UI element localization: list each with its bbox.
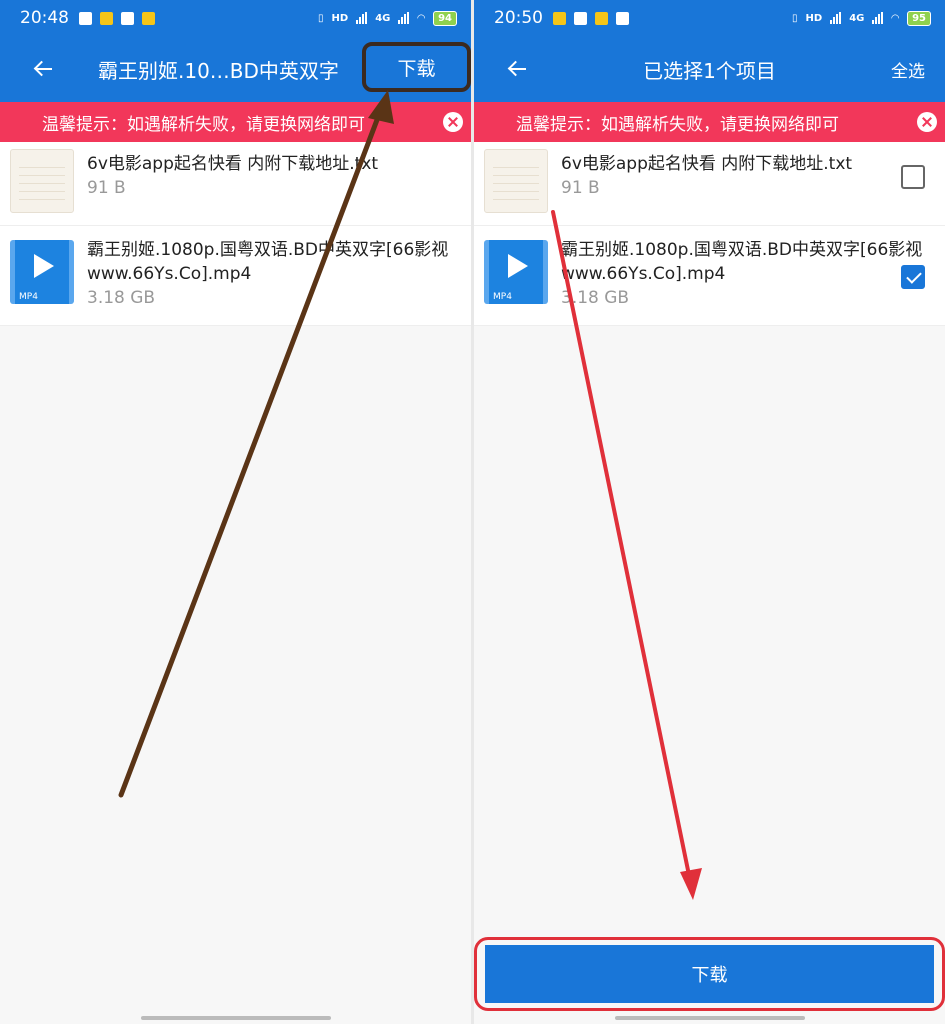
wifi-icon: ◠ <box>891 12 900 24</box>
file-type-badge: MP4 <box>19 292 38 302</box>
app-notification-icon <box>595 11 608 25</box>
file-size: 3.18 GB <box>561 288 630 308</box>
battery-icon: 94 <box>433 10 457 26</box>
video-file-icon: MP4 <box>484 240 548 304</box>
map-pin-icon <box>616 11 629 25</box>
download-highlight: 下载 <box>474 937 945 1011</box>
select-all-button[interactable]: 全选 <box>891 57 925 82</box>
tip-banner: 温馨提示：如遇解析失败，请更换网络即可 <box>0 102 471 142</box>
signal-icon <box>398 12 410 24</box>
status-icons: ▯ HD 4G ◠ 95 <box>792 10 931 26</box>
home-indicator <box>614 1016 805 1020</box>
toolbar: 霸王别姬.10…BD中英双字 下载 <box>0 36 471 102</box>
network-type-label: 4G <box>375 12 391 24</box>
signal-icon <box>830 12 842 24</box>
hd-icon: HD <box>331 12 349 24</box>
file-size: 91 B <box>87 178 126 198</box>
battery-icon: 95 <box>907 10 931 26</box>
toolbar: 已选择1个项目 全选 <box>474 36 945 102</box>
mail-icon <box>574 11 587 25</box>
close-icon[interactable] <box>917 112 937 132</box>
status-icons: ▯ HD 4G ◠ 94 <box>318 10 457 26</box>
text-file-icon <box>484 149 548 213</box>
download-button[interactable]: 下载 <box>485 945 934 1003</box>
file-size: 3.18 GB <box>87 288 156 308</box>
file-name: 6v电影app起名快看 内附下载地址.txt <box>87 154 379 174</box>
tip-banner: 温馨提示：如遇解析失败，请更换网络即可 <box>474 102 945 142</box>
status-bar: 20:48 ▯ HD 4G ◠ 94 <box>0 0 471 36</box>
wifi-icon: ◠ <box>417 12 426 24</box>
tip-text: 温馨提示：如遇解析失败，请更换网络即可 <box>42 114 365 135</box>
map-pin-icon <box>121 11 134 25</box>
file-checkbox[interactable] <box>901 165 925 189</box>
signal-icon <box>356 12 368 24</box>
file-size: 91 B <box>561 178 600 198</box>
file-row-txt[interactable]: 6v电影app起名快看 内附下载地址.txt 91 B <box>0 142 471 226</box>
home-indicator <box>140 1016 331 1020</box>
vibrate-icon: ▯ <box>792 12 798 24</box>
file-row-mp4[interactable]: MP4 霸王别姬.1080p.国粤双语.BD中英双字[66影视www.66Ys.… <box>474 226 945 326</box>
file-row-txt[interactable]: 6v电影app起名快看 内附下载地址.txt 91 B <box>474 142 945 226</box>
signal-icon <box>872 12 884 24</box>
file-name: 霸王别姬.1080p.国粤双语.BD中英双字[66影视www.66Ys.Co].… <box>87 240 449 284</box>
status-bar: 20:50 ▯ HD 4G ◠ 95 <box>474 0 945 36</box>
file-checkbox-checked[interactable] <box>901 265 925 289</box>
text-file-icon <box>10 149 74 213</box>
download-action-button[interactable]: 下载 <box>362 42 471 92</box>
file-name: 霸王别姬.1080p.国粤双语.BD中英双字[66影视www.66Ys.Co].… <box>561 240 923 284</box>
close-icon[interactable] <box>443 112 463 132</box>
file-row-mp4[interactable]: MP4 霸王别姬.1080p.国粤双语.BD中英双字[66影视www.66Ys.… <box>0 226 471 326</box>
file-name: 6v电影app起名快看 内附下载地址.txt <box>561 154 853 174</box>
page-title: 霸王别姬.10…BD中英双字 <box>98 58 339 83</box>
back-arrow-icon[interactable] <box>32 57 56 81</box>
vibrate-icon: ▯ <box>318 12 324 24</box>
file-type-badge: MP4 <box>493 292 512 302</box>
page-title: 已选择1个项目 <box>643 58 776 83</box>
app-notification-icon <box>100 11 113 25</box>
status-time: 20:50 <box>494 8 543 28</box>
app-notification-icon <box>142 11 155 25</box>
hd-icon: HD <box>805 12 823 24</box>
app-notification-icon <box>553 11 566 25</box>
left-screen: 20:48 ▯ HD 4G ◠ 94 霸王别姬.10…BD中英双字 下载 温馨提… <box>0 0 471 1024</box>
tip-text: 温馨提示：如遇解析失败，请更换网络即可 <box>516 114 839 135</box>
right-screen: 20:50 ▯ HD 4G ◠ 95 已选择1个项目 全选 温馨提示：如遇解析失… <box>474 0 945 1024</box>
video-file-icon: MP4 <box>10 240 74 304</box>
mail-icon <box>79 11 92 25</box>
network-type-label: 4G <box>849 12 865 24</box>
status-time: 20:48 <box>20 8 69 28</box>
